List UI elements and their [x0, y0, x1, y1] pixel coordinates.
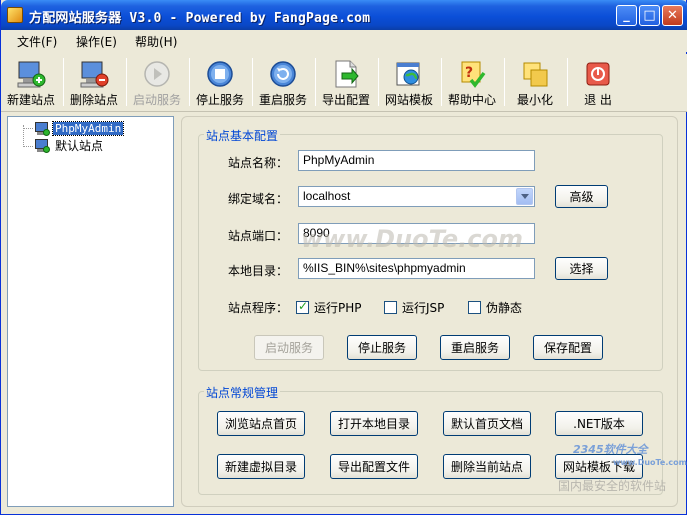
stop-service-label: 停止服务 [195, 93, 244, 107]
open-local-dir-button[interactable]: 打开本地目录 [330, 411, 418, 436]
tree-item-label: PhpMyAdmin [51, 121, 125, 136]
delete-site-label: 删除站点 [69, 93, 118, 107]
restart-icon [268, 59, 298, 89]
exit-label: 退 出 [584, 93, 612, 107]
stop-service-button[interactable]: 停止服务 [192, 56, 248, 110]
menu-operate[interactable]: 操作(E) [76, 33, 117, 50]
export-config-label: 导出配置 [321, 93, 370, 107]
advanced-button[interactable]: 高级 [555, 185, 608, 208]
site-template-button[interactable]: 网站模板 [381, 56, 437, 110]
delete-site-form-button[interactable]: 删除当前站点 [443, 454, 531, 479]
toolbar-separator [252, 58, 253, 106]
browse-dir-button[interactable]: 选择 [555, 257, 608, 280]
export-config-file-button[interactable]: 导出配置文件 [330, 454, 418, 479]
minimize-window-button[interactable]: _ [616, 5, 637, 26]
minimize-icon [520, 59, 550, 89]
tree-connector [23, 146, 33, 147]
domain-value: localhost [303, 189, 351, 203]
svg-text:?: ? [465, 65, 473, 81]
toolbar: 新建站点 删除站点 启动服务 停止服务 重启服务 导出配置 网站模板 ? 帮助中… [1, 54, 687, 112]
play-icon [142, 59, 172, 89]
exit-button[interactable]: 退 出 [570, 56, 626, 110]
app-window: 方配网站服务器 V3.0 - Powered by FangPage.com _… [0, 0, 687, 515]
checkbox-box [468, 301, 481, 314]
default-doc-button[interactable]: 默认首页文档 [443, 411, 531, 436]
watermark-corner-slogan: 国内最安全的软件站 [558, 479, 667, 493]
delete-site-button[interactable]: 删除站点 [66, 56, 122, 110]
toolbar-separator [315, 58, 316, 106]
menu-bar: 文件(F) 操作(E) 帮助(H) [1, 30, 687, 52]
site-computer-icon [34, 138, 50, 153]
pseudo-static-checkbox[interactable]: 伪静态 [468, 299, 522, 316]
port-label: 站点端口： [228, 229, 289, 243]
restart-service-label: 重启服务 [258, 93, 307, 107]
browse-homepage-button[interactable]: 浏览站点首页 [217, 411, 305, 436]
toolbar-separator [504, 58, 505, 106]
domain-label: 绑定域名： [228, 192, 289, 206]
basic-config-title: 站点基本配置 [204, 127, 281, 144]
domain-select[interactable]: localhost [298, 186, 535, 207]
new-virtual-dir-button[interactable]: 新建虚拟目录 [217, 454, 305, 479]
tree-item-default-site[interactable]: 默认站点 [34, 138, 105, 153]
minimize-button[interactable]: 最小化 [507, 56, 563, 110]
start-service-button[interactable]: 启动服务 [129, 56, 185, 110]
site-computer-icon [34, 121, 50, 136]
window-title: 方配网站服务器 V3.0 - Powered by FangPage.com [29, 11, 371, 26]
run-jsp-checkbox[interactable]: 运行JSP [384, 299, 444, 316]
checkbox-box [296, 299, 309, 314]
tree-item-phpmyadmin[interactable]: PhpMyAdmin [34, 121, 125, 136]
tree-connector [23, 128, 33, 129]
site-program-label: 站点程序： [228, 301, 289, 315]
title-bar[interactable]: 方配网站服务器 V3.0 - Powered by FangPage.com _… [1, 0, 687, 30]
pseudo-static-label: 伪静态 [486, 301, 523, 315]
template-icon [394, 59, 424, 89]
delete-site-icon [79, 59, 109, 89]
run-php-checkbox[interactable]: 运行PHP [296, 299, 362, 316]
help-center-button[interactable]: ? 帮助中心 [444, 56, 500, 110]
stop-service-form-button[interactable]: 停止服务 [347, 335, 417, 360]
toolbar-separator [126, 58, 127, 106]
toolbar-separator [567, 58, 568, 106]
local-dir-input[interactable]: %IIS_BIN%\sites\phpmyadmin [298, 258, 535, 279]
toolbar-separator [189, 58, 190, 106]
export-config-button[interactable]: 导出配置 [318, 56, 374, 110]
site-name-input[interactable]: PhpMyAdmin [298, 150, 535, 171]
minimize-label: 最小化 [516, 93, 553, 107]
local-dir-label: 本地目录： [228, 264, 289, 278]
start-service-form-button[interactable]: 启动服务 [254, 335, 324, 360]
stop-icon [205, 59, 235, 89]
maximize-window-button[interactable]: □ [639, 5, 660, 26]
new-site-icon [16, 59, 46, 89]
export-icon [331, 59, 361, 89]
app-icon [7, 7, 23, 23]
site-template-label: 网站模板 [384, 93, 433, 107]
help-icon: ? [457, 59, 487, 89]
help-center-label: 帮助中心 [447, 93, 496, 107]
watermark-corner-url: www.DuoTe.com [613, 458, 687, 467]
toolbar-separator [378, 58, 379, 106]
watermark-center: www.DuoTe.com [301, 225, 523, 253]
close-window-button[interactable]: ✕ [662, 5, 683, 26]
start-service-label: 启动服务 [132, 93, 181, 107]
toolbar-separator [441, 58, 442, 106]
routine-title: 站点常规管理 [204, 384, 281, 401]
chevron-down-icon[interactable] [516, 188, 533, 205]
run-jsp-label: 运行JSP [402, 301, 445, 315]
watermark-corner-logo: 2345软件大全 [573, 443, 648, 456]
menu-help[interactable]: 帮助(H) [135, 33, 177, 50]
new-site-label: 新建站点 [6, 93, 55, 107]
tree-item-label: 默认站点 [55, 139, 104, 153]
dotnet-version-button[interactable]: .NET版本 [555, 411, 643, 436]
menu-file[interactable]: 文件(F) [17, 33, 57, 50]
save-config-button[interactable]: 保存配置 [533, 335, 603, 360]
site-name-label: 站点名称： [228, 156, 289, 170]
new-site-button[interactable]: 新建站点 [3, 56, 59, 110]
toolbar-separator [63, 58, 64, 106]
checkbox-box [384, 301, 397, 314]
site-tree[interactable]: PhpMyAdmin 默认站点 [7, 116, 174, 507]
exit-icon [583, 59, 613, 89]
run-php-label: 运行PHP [314, 301, 362, 315]
restart-service-form-button[interactable]: 重启服务 [440, 335, 510, 360]
restart-service-button[interactable]: 重启服务 [255, 56, 311, 110]
